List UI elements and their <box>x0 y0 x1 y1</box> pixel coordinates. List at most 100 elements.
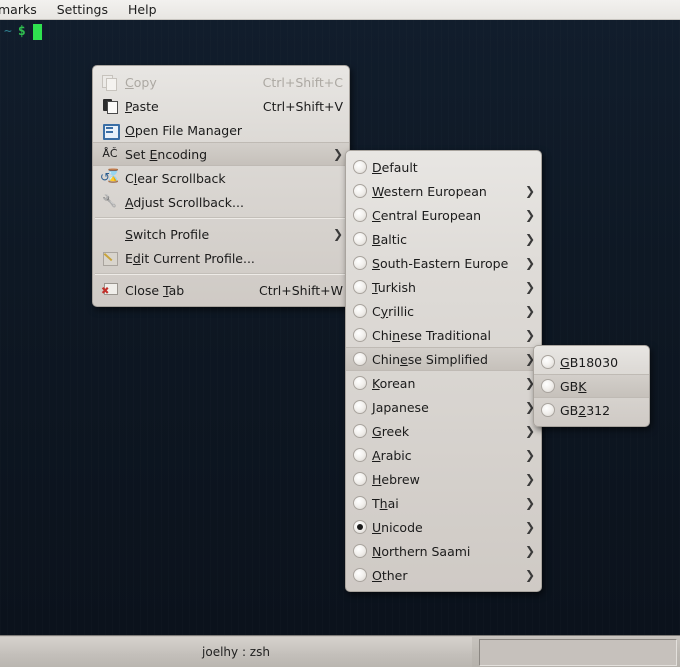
encoding-item-17[interactable]: Other ❯ <box>346 563 541 587</box>
radio-button[interactable] <box>536 355 560 369</box>
menu-item-close-tab[interactable]: Close Tab Ctrl+Shift+W <box>93 278 349 302</box>
context-menu[interactable]: Copy Ctrl+Shift+C Paste Ctrl+Shift+V Ope… <box>92 65 350 307</box>
chevron-right-icon: ❯ <box>524 304 535 318</box>
encoding-item-2-label: Central European <box>372 207 482 223</box>
radio-unchecked-icon <box>353 232 367 246</box>
menu-item-adjust-scrollback[interactable]: Adjust Scrollback... <box>93 190 349 214</box>
menu-item-paste-label: Paste <box>125 98 159 114</box>
encoding-item-11[interactable]: Greek ❯ <box>346 419 541 443</box>
gb-item-2[interactable]: GB2312 <box>534 398 649 422</box>
statusbar: joelhy : zsh <box>0 635 680 667</box>
menu-item-clear-scrollback-label: Clear Scrollback <box>125 170 226 186</box>
radio-button[interactable] <box>348 400 372 414</box>
menu-item-edit-current-profile[interactable]: Edit Current Profile... <box>93 246 349 270</box>
chevron-right-icon: ❯ <box>524 520 535 534</box>
encoding-item-16[interactable]: Northern Saami ❯ <box>346 539 541 563</box>
encoding-item-10[interactable]: Japanese ❯ <box>346 395 541 419</box>
menu-item-clear-scrollback[interactable]: Clear Scrollback <box>93 166 349 190</box>
chevron-right-icon: ❯ <box>524 280 535 294</box>
radio-button[interactable] <box>348 568 372 582</box>
encoding-item-13[interactable]: Hebrew ❯ <box>346 467 541 491</box>
encoding-item-4[interactable]: South-Eastern Europe ❯ <box>346 251 541 275</box>
menu-item-copy-accel: Ctrl+Shift+C <box>262 74 343 90</box>
menu-item-open-file-manager[interactable]: Open File Manager <box>93 118 349 142</box>
encoding-item-8[interactable]: Chinese Simplified ❯ <box>346 347 541 371</box>
adjust-scrollback-icon <box>99 193 121 211</box>
radio-button[interactable] <box>536 379 560 393</box>
encoding-item-6[interactable]: Cyrillic ❯ <box>346 299 541 323</box>
radio-button[interactable] <box>348 376 372 390</box>
menubar-item-help[interactable]: Help <box>119 1 166 18</box>
chinese-simplified-submenu[interactable]: GB18030 GBK GB2312 <box>533 345 650 427</box>
encoding-item-1[interactable]: Western European ❯ <box>346 179 541 203</box>
radio-button[interactable] <box>348 544 372 558</box>
clear-scrollback-icon <box>99 169 121 187</box>
chevron-right-icon: ❯ <box>524 496 535 510</box>
radio-unchecked-icon <box>353 424 367 438</box>
close-tab-icon <box>99 281 121 299</box>
radio-button[interactable] <box>348 184 372 198</box>
radio-unchecked-icon <box>353 352 367 366</box>
radio-button[interactable] <box>348 280 372 294</box>
radio-button[interactable] <box>348 160 372 174</box>
encoding-item-9[interactable]: Korean ❯ <box>346 371 541 395</box>
terminal-tab-label: joelhy : zsh <box>202 645 270 659</box>
radio-unchecked-icon <box>353 568 367 582</box>
encoding-item-5-label: Turkish <box>372 279 416 295</box>
radio-unchecked-icon <box>541 379 555 393</box>
radio-button[interactable] <box>348 448 372 462</box>
radio-button[interactable] <box>348 304 372 318</box>
menubar-item-settings[interactable]: Settings <box>48 1 117 18</box>
menubar: marks Settings Help <box>0 0 680 20</box>
radio-button[interactable] <box>348 496 372 510</box>
encoding-item-3[interactable]: Baltic ❯ <box>346 227 541 251</box>
encoding-item-12[interactable]: Arabic ❯ <box>346 443 541 467</box>
encoding-item-7[interactable]: Chinese Traditional ❯ <box>346 323 541 347</box>
gb-item-1[interactable]: GBK <box>534 374 649 398</box>
radio-button[interactable] <box>348 472 372 486</box>
encoding-item-2[interactable]: Central European ❯ <box>346 203 541 227</box>
radio-unchecked-icon <box>353 280 367 294</box>
encoding-item-13-label: Hebrew <box>372 471 420 487</box>
encoding-submenu[interactable]: Default Western European ❯ Central European… <box>345 150 542 592</box>
radio-unchecked-icon <box>353 400 367 414</box>
chevron-right-icon: ❯ <box>332 147 343 161</box>
menu-item-switch-profile-label: Switch Profile <box>125 226 210 242</box>
gb-item-0[interactable]: GB18030 <box>534 350 649 374</box>
radio-button[interactable] <box>348 328 372 342</box>
menu-item-set-encoding[interactable]: ÅČ Set Encoding ❯ <box>93 142 349 166</box>
chevron-right-icon: ❯ <box>524 568 535 582</box>
radio-button[interactable] <box>348 256 372 270</box>
encoding-item-6-label: Cyrillic <box>372 303 415 319</box>
menu-item-switch-profile[interactable]: Switch Profile ❯ <box>93 222 349 246</box>
chevron-right-icon: ❯ <box>524 544 535 558</box>
encoding-item-14[interactable]: Thai ❯ <box>346 491 541 515</box>
menu-item-adjust-scrollback-label: Adjust Scrollback... <box>125 194 244 210</box>
menu-item-close-tab-label: Close Tab <box>125 282 185 298</box>
radio-button[interactable] <box>348 424 372 438</box>
encoding-item-0[interactable]: Default <box>346 155 541 179</box>
menu-separator <box>95 217 347 219</box>
encoding-item-5[interactable]: Turkish ❯ <box>346 275 541 299</box>
encoding-item-8-label: Chinese Simplified <box>372 351 488 367</box>
menu-separator <box>95 273 347 275</box>
encoding-item-1-label: Western European <box>372 183 487 199</box>
menubar-item-bookmarks[interactable]: marks <box>0 1 46 18</box>
menu-item-paste[interactable]: Paste Ctrl+Shift+V <box>93 94 349 118</box>
radio-button[interactable] <box>348 520 372 534</box>
radio-unchecked-icon <box>353 472 367 486</box>
radio-button[interactable] <box>348 232 372 246</box>
radio-button[interactable] <box>536 403 560 417</box>
encoding-item-15-label: Unicode <box>372 519 423 535</box>
menu-item-edit-current-profile-label: Edit Current Profile... <box>125 250 255 266</box>
chevron-right-icon: ❯ <box>332 227 343 241</box>
terminal-tab[interactable]: joelhy : zsh <box>0 637 472 667</box>
radio-unchecked-icon <box>541 355 555 369</box>
menu-item-copy[interactable]: Copy Ctrl+Shift+C <box>93 70 349 94</box>
file-manager-icon <box>99 121 121 140</box>
radio-button[interactable] <box>348 208 372 222</box>
radio-button[interactable] <box>348 352 372 366</box>
prompt-path: ~ <box>4 24 12 39</box>
side-panel[interactable] <box>479 639 677 666</box>
encoding-item-15[interactable]: Unicode ❯ <box>346 515 541 539</box>
